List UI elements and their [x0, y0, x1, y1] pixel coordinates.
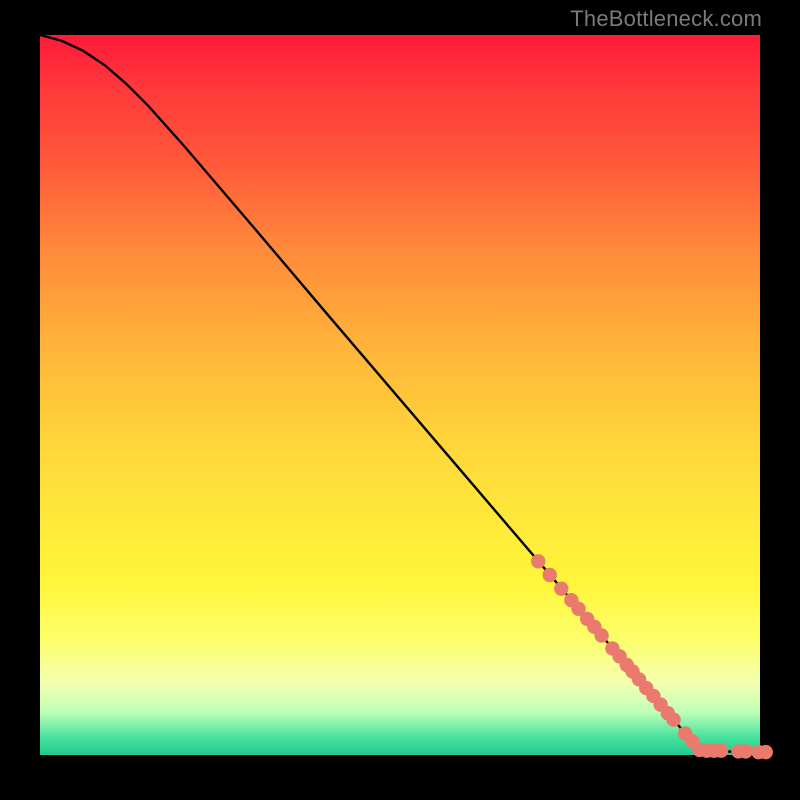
attribution-label: TheBottleneck.com: [570, 6, 762, 32]
marker-dot: [543, 568, 557, 582]
marker-dot: [666, 713, 680, 727]
chart-svg: [40, 35, 760, 755]
marker-dot: [738, 744, 752, 758]
marker-dot: [531, 554, 545, 568]
curve-markers: [531, 554, 773, 759]
curve-line: [40, 35, 760, 753]
marker-dot: [759, 745, 773, 759]
marker-dot: [594, 628, 608, 642]
chart-frame: TheBottleneck.com: [0, 0, 800, 800]
marker-dot: [714, 743, 728, 757]
plot-area: [40, 35, 760, 755]
marker-dot: [554, 581, 568, 595]
